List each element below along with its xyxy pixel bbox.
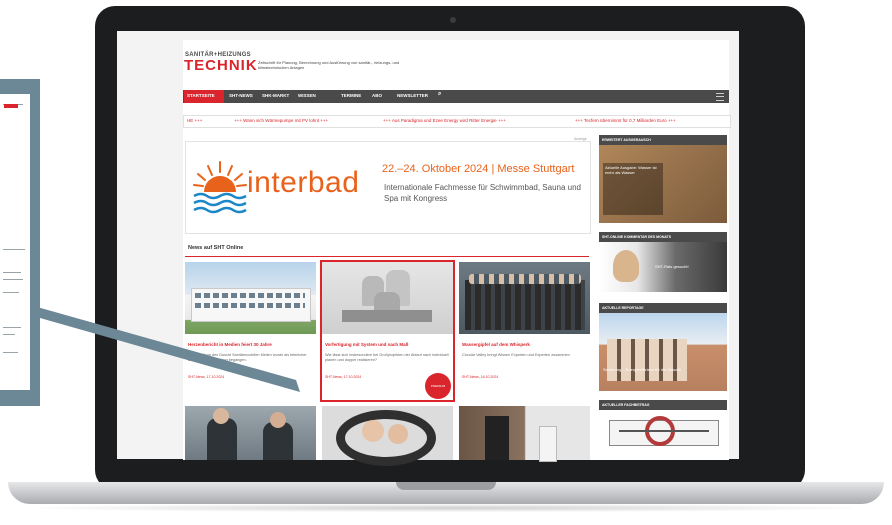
nav-item-news[interactable]: SHT-NEWS [229,93,253,98]
ad-brand: interbad [247,166,360,199]
zoom-panel-content [0,94,30,390]
ticker-item-cut[interactable]: HE +++ [187,118,202,123]
news-card-image [322,262,453,334]
menu-icon[interactable] [716,93,724,101]
sidebar-header: AKTUELLER FACHBEITRAG [599,400,727,410]
news-card-text: Wie lässt sich insbesondere bei Großproj… [325,353,449,362]
nav-item-events[interactable]: TERMINE [341,93,361,98]
nav-item-market[interactable]: SHK-MARKT [262,93,289,98]
ad-label: Anzeige [574,137,587,141]
sidebar-box-report[interactable]: AKTUELLE REPORTAGE Sanierung – Energieef… [599,303,727,391]
news-card-title[interactable]: Wassergipfel auf dem Whisperk [462,342,587,347]
news-card-image-row2[interactable] [185,406,316,460]
news-card-title[interactable]: Herzenbericht in Medien feiert 30 Jahre [188,342,313,347]
interbad-logo-icon [193,161,247,214]
ticker-item-2[interactable]: +++ Aus Paradigma und Ezee Energy wird R… [383,118,506,123]
nav-item-subscription[interactable]: ABO [372,93,382,98]
news-card-text: Das Jubiläum des Duscht Sanitärmodellen … [188,353,307,362]
news-card-image-row2[interactable] [322,406,453,466]
sidebar-box-comment[interactable]: SHT-ONLINE KOMMENTAR DES MONATS SHT-Rats… [599,232,727,292]
news-card-meta: SHT-News, 16.10.2024 [462,375,499,379]
news-section-header [185,242,589,257]
zoom-tag [4,104,18,108]
news-card-image [185,262,316,334]
tagline: Zeitschrift für Planung, Berechnung und … [258,60,400,70]
sidebar-text: Sanierung – Energieeffizienz für die Zuk… [603,367,681,372]
search-icon[interactable]: ⌕ [438,91,441,98]
news-card-highlighted[interactable]: Vorfertigung mit System und nach Maß Wie… [320,260,455,402]
nav-item-home[interactable]: STARTSEITE [187,93,215,98]
sidebar-text: Aktuelle Ausgabe: Wasser ist mehr als Wa… [605,165,657,175]
sidebar-box-magazine[interactable]: ERWEITERT AUSGERAUSCH Aktuelle Ausgabe: … [599,135,727,223]
nav-item-knowledge[interactable]: WISSEN [298,93,316,98]
ad-date: 22.–24. Oktober 2024 | Messe Stuttgart [382,163,575,175]
sidebar-header: AKTUELLE REPORTAGE [599,303,727,313]
sidebar-header: SHT-ONLINE KOMMENTAR DES MONATS [599,232,727,242]
sidebar-box-article[interactable]: AKTUELLER FACHBEITRAG [599,400,727,460]
news-card[interactable]: Herzenbericht in Medien feiert 30 Jahre … [185,262,316,400]
logo[interactable]: TECHNIK [184,57,258,74]
sidebar-header: ERWEITERT AUSGERAUSCH [599,135,727,145]
ticker-item-1[interactable]: +++ Wann sich Wärmepumpe mit PV lohnt ++… [234,118,328,123]
news-card-text: Circular Valley bringt Wissen Experten u… [462,353,570,357]
news-card-image [459,262,590,334]
avatar [613,250,639,282]
ticker-item-3[interactable]: +++ Tecfern übernimmt für 0,7 Milliarden… [575,118,676,123]
nav-item-newsletter[interactable]: NEWSLETTER [397,93,428,98]
premium-badge: PREMIUM [425,373,451,399]
laptop-shadow [40,504,852,512]
news-section-title: News auf SHT Online [188,245,244,251]
laptop-notch [396,482,496,490]
news-card-title[interactable]: Vorfertigung mit System und nach Maß [325,342,450,347]
news-card[interactable]: Wassergipfel auf dem Whisperk Circular V… [459,262,590,400]
sidebar-text: SHT-Rats gesucht! [655,264,689,269]
news-card-meta: SHT-News, 17.10.2024 [188,375,225,379]
camera-icon [450,17,456,23]
news-card-meta: SHT-News, 17.10.2024 [325,375,362,379]
news-card-image-row2[interactable] [459,406,590,462]
ad-subtitle: Internationale Fachmesse für Schwimmbad,… [384,183,581,203]
